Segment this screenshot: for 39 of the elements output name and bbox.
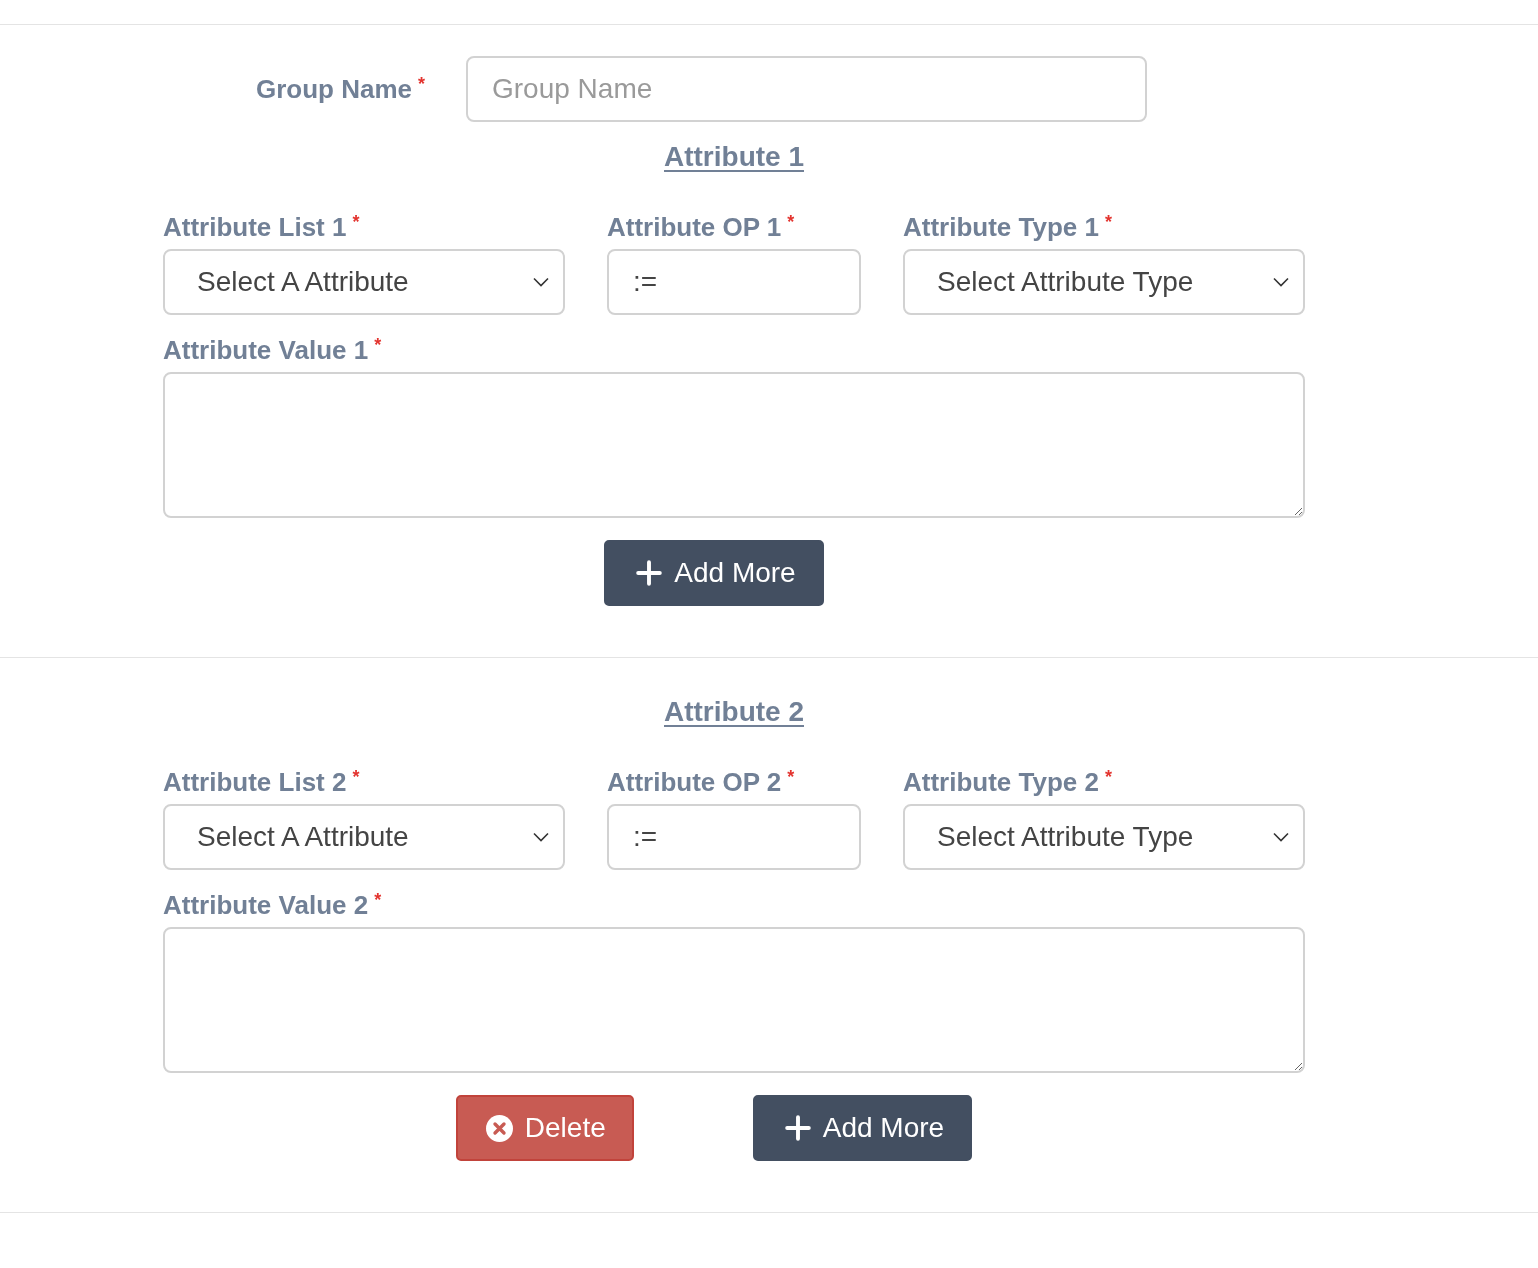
required-mark: *: [787, 213, 795, 231]
field-label: Attribute Value 1: [163, 335, 369, 365]
dropdown-select[interactable]: Select A Attribute: [163, 249, 565, 315]
field-label: Attribute Type 2: [903, 767, 1099, 797]
operator-field[interactable]: :=: [607, 249, 861, 315]
chevron-down-icon: [533, 832, 549, 842]
required-mark: *: [374, 336, 382, 354]
field-label: Attribute OP 1: [607, 212, 782, 242]
field-label: Attribute Value 2: [163, 890, 369, 920]
field-label: Attribute List 2: [163, 767, 347, 797]
plus-icon: [636, 560, 663, 586]
x-circle-icon: [485, 1114, 513, 1142]
required-mark: *: [1105, 213, 1112, 231]
field-label: Attribute OP 2: [607, 767, 782, 797]
operator-field[interactable]: :=: [607, 804, 861, 870]
required-mark: *: [374, 891, 382, 909]
field-label: Attribute List 1: [163, 212, 347, 242]
required-mark: *: [1105, 768, 1112, 786]
chevron-down-icon: [1273, 277, 1289, 287]
dropdown-select[interactable]: Select A Attribute: [163, 804, 565, 870]
section-heading: Attribute 1: [664, 142, 804, 172]
dropdown-select[interactable]: Select Attribute Type: [903, 249, 1305, 315]
dropdown-select[interactable]: Select Attribute Type: [903, 804, 1305, 870]
field-label: Group Name: [255, 74, 412, 104]
required-mark: *: [418, 75, 425, 93]
chevron-down-icon: [533, 277, 549, 287]
add-more-button[interactable]: Add More: [752, 1095, 973, 1161]
value-textarea[interactable]: [163, 927, 1305, 1073]
chevron-down-icon: [1273, 832, 1289, 842]
required-mark: *: [352, 213, 360, 231]
required-mark: *: [352, 768, 360, 786]
delete-button[interactable]: Delete: [455, 1095, 634, 1161]
value-textarea[interactable]: [163, 372, 1305, 518]
add-more-button[interactable]: Add More: [604, 540, 824, 606]
plus-icon: [784, 1115, 811, 1141]
group-name-field[interactable]: Group Name: [466, 56, 1147, 122]
section-heading: Attribute 2: [664, 697, 804, 727]
required-mark: *: [787, 768, 795, 786]
field-label: Attribute Type 1: [903, 212, 1099, 242]
